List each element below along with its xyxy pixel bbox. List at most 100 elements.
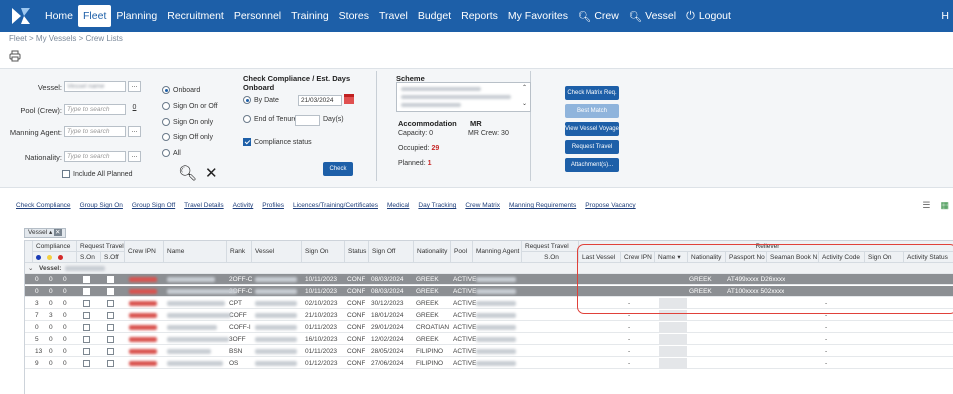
attachments-button[interactable]: Attachment(s)... [565, 158, 619, 172]
link-crew-matrix[interactable]: Crew Matrix [465, 202, 500, 209]
scheme-item[interactable] [401, 87, 481, 91]
header-son[interactable]: S.On [77, 252, 101, 263]
header-pool[interactable]: Pool [451, 241, 473, 263]
link-group-sign-off[interactable]: Group Sign Off [132, 202, 175, 209]
header-sign-on[interactable]: Sign On [302, 241, 345, 263]
link-day-tracking[interactable]: Day Tracking [418, 202, 456, 209]
compliance-status-checkbox[interactable]: Compliance status [243, 138, 312, 146]
sign-on-checkbox[interactable] [83, 276, 90, 283]
table-row[interactable]: 5 0 0 3OFF 16/10/2023 CONF 12/02/2024 GREEK ACTI… [25, 334, 953, 345]
scheme-item[interactable] [401, 103, 461, 107]
radio-by-date[interactable]: By Date [243, 96, 279, 104]
nav-budget[interactable]: Budget [413, 0, 456, 32]
nav-crew-search[interactable]: 🔍︎ Crew [573, 0, 624, 32]
vessel-lookup-button[interactable]: ... [128, 81, 141, 92]
nav-training[interactable]: Training [286, 0, 334, 32]
header-reliever-crew-ipn[interactable]: Crew IPN [621, 252, 655, 263]
sign-off-checkbox[interactable] [107, 300, 114, 307]
header-passport-no[interactable]: Passport No [726, 252, 767, 263]
check-matrix-req-button[interactable]: Check Matrix Req. [565, 86, 619, 100]
nav-reports[interactable]: Reports [456, 0, 503, 32]
scheme-listbox[interactable]: ⌃ ⌄ [396, 82, 531, 112]
header-nationality[interactable]: Nationality [414, 241, 451, 263]
header-sign-off[interactable]: Sign Off [369, 241, 414, 263]
header-manning-agent[interactable]: Manning Agent [473, 241, 522, 263]
table-row[interactable]: 7 3 0 COFF 21/10/2023 CONF 18/01/2024 GREEK ACTI… [25, 310, 953, 321]
link-activity[interactable]: Activity [233, 202, 254, 209]
sign-on-checkbox[interactable] [83, 348, 90, 355]
nationality-input[interactable]: Type to search [64, 151, 126, 162]
scheme-item[interactable] [401, 95, 511, 99]
sign-off-checkbox[interactable] [107, 360, 114, 367]
radio-sign-on-only[interactable]: Sign On only [162, 118, 213, 126]
request-travel-button[interactable]: Request Travel [565, 140, 619, 154]
sign-on-checkbox[interactable] [83, 300, 90, 307]
sign-off-checkbox[interactable] [107, 336, 114, 343]
sign-on-checkbox[interactable] [83, 336, 90, 343]
table-row[interactable]: 9 0 0 OS 01/12/2023 CONF 27/06/2024 FILIPINO ACT… [25, 358, 953, 369]
table-row[interactable]: 0 0 0 2OFF-C 10/11/2023 CONF 08/03/2024 GREEK AC… [25, 274, 953, 285]
sign-off-checkbox[interactable] [107, 348, 114, 355]
manning-agent-input[interactable]: Type to search [64, 126, 126, 137]
link-profiles[interactable]: Profiles [262, 202, 284, 209]
nav-stores[interactable]: Stores [334, 0, 374, 32]
header-crew-ipn[interactable]: Crew IPN [125, 241, 164, 263]
header-last-vessel[interactable]: Last Vessel [579, 252, 621, 263]
header-rt-son[interactable]: S.On [522, 252, 579, 263]
sign-on-checkbox[interactable] [83, 360, 90, 367]
header-status[interactable]: Status [345, 241, 369, 263]
nav-home[interactable]: Home [40, 0, 78, 32]
calendar-icon[interactable] [344, 94, 354, 104]
clear-icon[interactable]: ✕ [205, 164, 218, 182]
table-row[interactable]: 3 0 0 CPT 02/10/2023 CONF 30/12/2023 GREEK ACTIV… [25, 298, 953, 309]
header-reliever-sign-on[interactable]: Sign On [865, 252, 904, 263]
group-by-vessel-chip[interactable]: Vessel ▴ ✕ [24, 228, 66, 238]
radio-end-of-tenure[interactable]: End of Tenure [243, 115, 297, 123]
nav-user-initial[interactable]: H [941, 0, 949, 32]
chevron-up-icon[interactable]: ⌃ [522, 84, 527, 91]
sign-on-checkbox[interactable] [83, 324, 90, 331]
sign-on-checkbox[interactable] [83, 288, 90, 295]
printer-icon[interactable] [9, 50, 21, 62]
header-rank[interactable]: Rank [227, 241, 252, 263]
chevron-down-icon[interactable]: ⌄ [28, 263, 33, 274]
header-reliever-name[interactable]: Name ▾ [655, 252, 688, 263]
include-all-planned-checkbox[interactable]: Include All Planned [62, 170, 133, 178]
table-row[interactable]: 13 0 0 BSN 01/11/2023 CONF 28/05/2024 FILIPINO A… [25, 346, 953, 357]
days-input[interactable] [295, 115, 320, 126]
table-row[interactable]: 0 0 0 COFF-I 01/11/2023 CONF 29/01/2024 CROATIA… [25, 322, 953, 333]
nav-personnel[interactable]: Personnel [229, 0, 286, 32]
nav-vessel-search[interactable]: 🔍︎ Vessel [624, 0, 681, 32]
list-view-icon[interactable]: ☰ [922, 200, 930, 211]
manning-agent-lookup-button[interactable]: ... [128, 126, 141, 137]
export-excel-icon[interactable]: ▦ [940, 200, 949, 211]
radio-sign-on-or-off[interactable]: Sign On or Off [162, 102, 218, 110]
header-activity-status[interactable]: Activity Status [904, 252, 953, 263]
link-licences-training-certificates[interactable]: Licences/Training/Certificates [293, 202, 378, 209]
nav-planning[interactable]: Planning [111, 0, 162, 32]
nav-recruitment[interactable]: Recruitment [162, 0, 229, 32]
link-medical[interactable]: Medical [387, 202, 409, 209]
filter-icon[interactable]: ▾ [677, 253, 680, 261]
view-vessel-voyage-button[interactable]: View Vessel Voyage [565, 122, 619, 136]
best-match-button[interactable]: Best Match [565, 104, 619, 118]
radio-onboard[interactable]: Onboard [162, 86, 200, 94]
check-button[interactable]: Check [323, 162, 353, 176]
group-row[interactable]: ⌄ Vessel: [25, 263, 953, 274]
radio-sign-off-only[interactable]: Sign Off only [162, 133, 213, 141]
vessel-input[interactable]: Vessel name [64, 81, 126, 92]
sort-up-icon[interactable]: ▴ [49, 229, 52, 236]
nav-logout[interactable]: ⏻ Logout [681, 0, 736, 32]
header-seaman-book-no[interactable]: Seaman Book N [767, 252, 819, 263]
nav-fleet[interactable]: Fleet [78, 5, 112, 27]
header-activity-code[interactable]: Activity Code [819, 252, 865, 263]
pool-input[interactable]: Type to search [64, 104, 126, 115]
search-icon[interactable]: 🔍︎ [178, 164, 197, 182]
link-travel-details[interactable]: Travel Details [184, 202, 224, 209]
sign-off-checkbox[interactable] [107, 312, 114, 319]
sign-on-checkbox[interactable] [83, 312, 90, 319]
header-reliever-nationality[interactable]: Nationality [688, 252, 726, 263]
nationality-lookup-button[interactable]: ... [128, 151, 141, 162]
link-propose-vacancy[interactable]: Propose Vacancy [585, 202, 635, 209]
table-row[interactable]: 0 0 0 2OFF-C 10/11/2023 CONF 08/03/2024 GREEK AC… [25, 286, 953, 297]
